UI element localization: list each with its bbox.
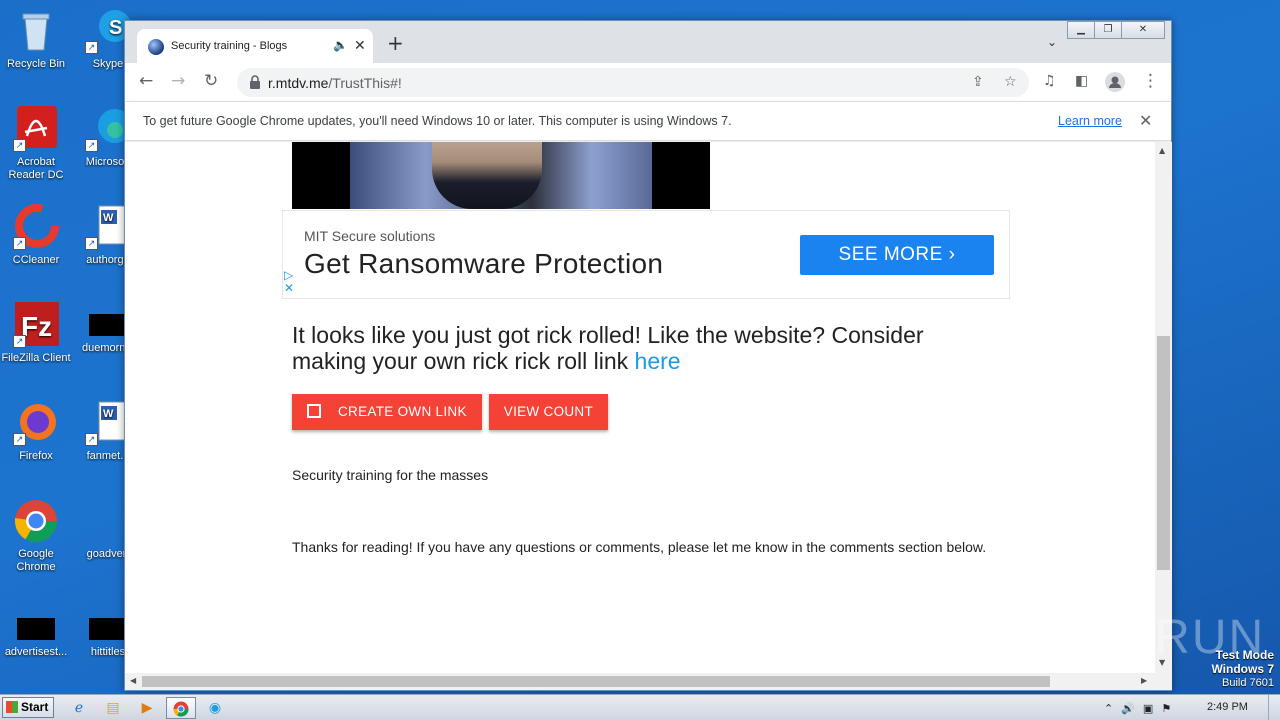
thanks-paragraph: Thanks for reading! If you have any ques… (292, 539, 987, 555)
tray-volume-icon[interactable]: 🔊 (1121, 702, 1135, 715)
taskbar-media-player-icon[interactable]: ▶ (132, 697, 162, 719)
create-own-link-button[interactable]: CREATE OWN LINK (292, 394, 482, 430)
window-close-button[interactable]: ✕ (1121, 21, 1165, 39)
ad-headline: Get Ransomware Protection (304, 248, 664, 279)
page-viewport: MIT Secure solutions Get Ransomware Prot… (125, 142, 1155, 674)
taskbar-chrome-icon[interactable] (166, 697, 196, 719)
chrome-window: Security training - Blogs 🔈 ✕ + ⌄ ▁ ❐ ✕ … (124, 20, 1172, 691)
taskbar: Start ℯ ▤ ▶ ◉ ⌃ 🔊 ▣ ⚑ 2:49 PM (0, 694, 1280, 720)
tray-flag-icon[interactable]: ⚑ (1161, 702, 1171, 715)
file-icon (89, 314, 127, 336)
horizontal-scrollbar[interactable]: ◀ ▶ (125, 673, 1172, 690)
firefox-icon: ↗ (13, 400, 59, 446)
tab-security-training[interactable]: Security training - Blogs 🔈 ✕ (137, 29, 373, 63)
infobar-close-icon[interactable]: ✕ (1139, 111, 1152, 131)
url-text: r.mtdv.me/TrustThis#! (268, 75, 402, 91)
taskbar-explorer-icon[interactable]: ▤ (98, 697, 128, 719)
media-control-icon[interactable]: ♫ (1043, 71, 1056, 91)
recycle-bin-icon (13, 8, 59, 54)
filezilla-icon: Fz ↗ (13, 302, 59, 348)
desktop-icon-recycle-bin[interactable]: Recycle Bin (0, 8, 72, 71)
new-tab-button[interactable]: + (387, 33, 404, 53)
action-buttons: CREATE OWN LINK VIEW COUNT (292, 394, 615, 430)
rickroll-video[interactable] (292, 142, 710, 209)
external-link-icon (307, 404, 321, 418)
infobar-message: To get future Google Chrome updates, you… (143, 114, 732, 128)
taskbar-edge-icon[interactable]: ◉ (200, 697, 230, 719)
profile-avatar-icon[interactable] (1104, 71, 1126, 98)
scroll-right-arrow-icon[interactable]: ▶ (1141, 676, 1147, 685)
ad-banner[interactable]: MIT Secure solutions Get Ransomware Prot… (282, 210, 1010, 299)
restore-button[interactable]: ❐ (1094, 21, 1122, 39)
system-tray: ⌃ 🔊 ▣ ⚑ (1104, 695, 1179, 720)
tab-title: Security training - Blogs (171, 40, 288, 52)
taskbar-ie-icon[interactable]: ℯ (64, 697, 94, 719)
desktop-icon-filezilla[interactable]: Fz ↗ FileZilla Client (0, 302, 72, 365)
here-link[interactable]: here (635, 348, 681, 374)
reload-icon[interactable]: ↻ (204, 71, 218, 91)
desktop-icon-acrobat[interactable]: ↗ Acrobat Reader DC (0, 106, 72, 182)
vertical-scrollbar[interactable]: ▲ ▼ (1155, 142, 1172, 674)
windows-flag-icon (6, 701, 18, 713)
rickroll-message: It looks like you just got rick rolled! … (292, 322, 924, 374)
svg-text:W: W (103, 212, 114, 224)
desktop-icon-firefox[interactable]: ↗ Firefox (0, 400, 72, 463)
tray-network-icon[interactable]: ▣ (1143, 702, 1153, 715)
test-mode-notice: Test Mode Windows 7 Build 7601 (1211, 648, 1274, 689)
audio-playing-icon[interactable]: 🔈 (333, 38, 348, 52)
desktop-icon-ccleaner[interactable]: ↗ CCleaner (0, 204, 72, 267)
tab-strip: Security training - Blogs 🔈 ✕ + ⌄ ▁ ❐ ✕ (125, 21, 1171, 63)
ad-brand: MIT Secure solutions (304, 228, 436, 244)
update-infobar: To get future Google Chrome updates, you… (125, 101, 1171, 141)
scroll-left-arrow-icon[interactable]: ◀ (130, 676, 136, 685)
desktop-icon-advertisest[interactable]: advertisest... (0, 606, 72, 659)
bookmark-star-icon[interactable]: ☆ (1004, 74, 1017, 90)
start-button[interactable]: Start (2, 697, 54, 718)
learn-more-link[interactable]: Learn more (1058, 114, 1122, 128)
lock-icon (250, 75, 260, 89)
horizontal-scroll-thumb[interactable] (142, 676, 1050, 687)
more-menu-icon[interactable]: ⋮ (1142, 71, 1159, 91)
site-favicon-icon (148, 39, 164, 55)
back-arrow-icon[interactable]: ← (139, 71, 153, 91)
see-more-button[interactable]: SEE MORE › (800, 235, 994, 275)
tab-search-chevron-icon[interactable]: ⌄ (1047, 35, 1057, 49)
adchoices-icon[interactable]: ▷ ✕ (284, 269, 294, 295)
video-figure (432, 142, 542, 209)
window-controls: ▁ ❐ ✕ (1067, 21, 1165, 39)
ccleaner-icon: ↗ (13, 204, 59, 250)
acrobat-icon: ↗ (13, 106, 59, 152)
browser-toolbar: ← → ↻ r.mtdv.me/TrustThis#! ⇪ ☆ ♫ ◧ ⋮ (125, 63, 1171, 101)
share-icon[interactable]: ⇪ (972, 74, 984, 90)
minimize-button[interactable]: ▁ (1067, 21, 1095, 39)
file-icon (17, 618, 55, 640)
tagline: Security training for the masses (292, 467, 489, 483)
side-panel-icon[interactable]: ◧ (1075, 71, 1088, 91)
taskbar-clock[interactable]: 2:49 PM (1207, 701, 1248, 713)
svg-text:W: W (103, 408, 114, 420)
tab-close-icon[interactable]: ✕ (354, 37, 366, 54)
forward-arrow-icon[interactable]: → (171, 71, 185, 91)
svg-text:S: S (109, 17, 122, 39)
address-bar[interactable]: r.mtdv.me/TrustThis#! ⇪ ☆ (237, 68, 1029, 97)
view-count-button[interactable]: VIEW COUNT (488, 394, 609, 430)
tray-expand-icon[interactable]: ⌃ (1104, 702, 1113, 715)
scroll-up-arrow-icon[interactable]: ▲ (1159, 146, 1165, 155)
desktop-icon-google-chrome[interactable]: Google Chrome (0, 498, 72, 574)
chrome-icon (13, 498, 59, 544)
file-icon (89, 618, 127, 640)
vertical-scroll-thumb[interactable] (1157, 336, 1170, 570)
show-desktop-button[interactable] (1268, 695, 1280, 720)
